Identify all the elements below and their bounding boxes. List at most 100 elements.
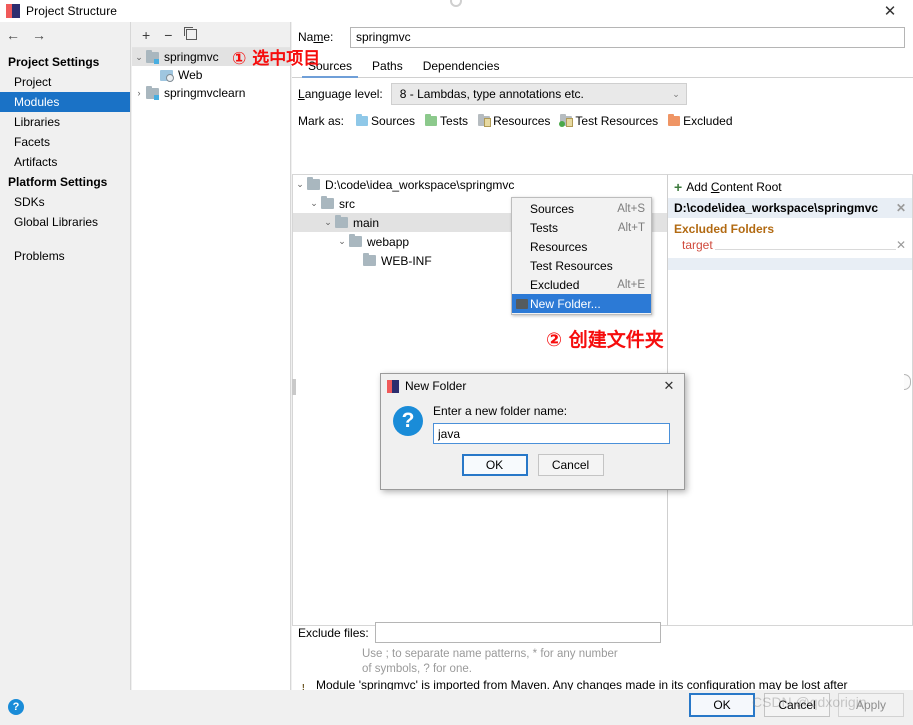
context-menu-item-tests[interactable]: Tests Alt+T — [512, 218, 651, 237]
sidebar-item-modules[interactable]: Modules — [0, 92, 130, 112]
folder-icon — [349, 234, 362, 247]
module-folder-icon — [146, 85, 159, 100]
new-folder-name-input[interactable] — [433, 423, 670, 444]
remove-excluded-folder-icon[interactable]: ✕ — [896, 238, 906, 252]
add-module-button[interactable]: + — [142, 28, 150, 42]
add-content-root-label: Add Content Root — [686, 180, 782, 194]
plus-icon: + — [674, 179, 683, 195]
language-level-label: Language level: — [298, 87, 383, 101]
sidebar-item-sdks[interactable]: SDKs — [0, 192, 130, 212]
tab-paths[interactable]: Paths — [362, 59, 413, 77]
context-menu-label: Excluded — [530, 277, 580, 292]
cancel-button[interactable]: Cancel — [764, 693, 830, 717]
back-arrow-icon[interactable]: ← — [6, 28, 20, 42]
modules-list-panel: + − ⌄ springmvc Web › springmvclearn — [132, 22, 291, 690]
exclude-files-input[interactable] — [374, 622, 661, 643]
file-tree-label: WEB-INF — [381, 253, 432, 268]
sidebar-item-libraries[interactable]: Libraries — [0, 112, 130, 132]
chevron-down-icon[interactable]: ⌄ — [335, 236, 349, 247]
question-mark-icon: ? — [393, 406, 423, 436]
remove-module-button[interactable]: − — [164, 28, 172, 42]
file-tree-label: src — [339, 196, 355, 211]
context-menu-item-new-folder[interactable]: New Folder... — [512, 294, 651, 313]
tests-folder-icon — [425, 114, 438, 126]
project-structure-window: Project Structure ✕ ← → Project Settings… — [0, 0, 913, 725]
context-menu-shortcut: Alt+T — [617, 221, 645, 234]
new-folder-dialog-buttons: OK Cancel — [381, 454, 684, 476]
mark-as-test-resources-label: Test Resources — [575, 114, 659, 128]
intellij-idea-icon — [6, 4, 20, 18]
sidebar-group-platform-settings: Platform Settings — [8, 175, 108, 189]
module-name-row: Name: — [292, 22, 913, 52]
split-handle-left[interactable] — [292, 379, 296, 395]
close-window-button[interactable]: ✕ — [867, 0, 913, 22]
module-name-input[interactable] — [350, 26, 905, 48]
sidebar-group-project-settings: Project Settings — [8, 55, 100, 69]
chevron-down-icon[interactable]: ⌄ — [321, 217, 335, 228]
context-menu-item-excluded[interactable]: Excluded Alt+E — [512, 275, 651, 294]
module-tabs: Sources Paths Dependencies — [292, 54, 913, 78]
mark-as-resources-button[interactable]: Resources — [478, 114, 550, 128]
new-folder-dialog: New Folder ✕ ? Enter a new folder name: … — [380, 373, 685, 490]
language-level-select[interactable]: 8 - Lambdas, type annotations etc. ⌄ — [390, 83, 687, 105]
copy-module-icon[interactable] — [184, 27, 198, 40]
new-folder-dialog-title: New Folder — [405, 379, 467, 393]
mark-as-excluded-button[interactable]: Excluded — [668, 114, 733, 128]
chevron-down-icon[interactable]: ⌄ — [307, 198, 321, 209]
apply-button[interactable]: Apply — [838, 693, 904, 717]
source-folder-context-menu: Sources Alt+S Tests Alt+T Resources Test… — [511, 197, 652, 315]
remove-content-root-icon[interactable]: ✕ — [896, 201, 906, 215]
close-dialog-button[interactable]: ✕ — [658, 376, 680, 396]
new-folder-fields: Enter a new folder name: — [433, 404, 670, 444]
forward-arrow-icon[interactable]: → — [32, 28, 46, 42]
context-menu-label: Resources — [530, 239, 588, 254]
context-menu-label: Sources — [530, 201, 575, 216]
mark-as-sources-button[interactable]: Sources — [356, 114, 415, 128]
mark-as-test-resources-button[interactable]: Test Resources — [559, 114, 659, 128]
mark-as-tests-label: Tests — [440, 114, 469, 128]
chevron-down-icon[interactable]: ⌄ — [132, 52, 146, 63]
annotation-create-folder: ② 创建文件夹 — [546, 329, 664, 351]
settings-sidebar: ← → Project Settings Project Modules Lib… — [0, 22, 131, 690]
content-root-item[interactable]: D:\code\idea_workspace\springmvc ✕ — [668, 198, 912, 218]
context-menu-item-sources[interactable]: Sources Alt+S — [512, 199, 651, 218]
exclude-files-label: Exclude files: — [298, 625, 369, 640]
sidebar-item-problems[interactable]: Problems — [0, 246, 130, 266]
add-content-root-button[interactable]: + Add Content Root — [668, 175, 912, 198]
mark-as-row: Mark as: Sources Tests Resources Test Re… — [292, 110, 913, 132]
exclude-files-block: Exclude files: Use ; to separate name pa… — [292, 618, 667, 677]
context-menu-label: Test Resources — [530, 258, 613, 273]
tab-dependencies[interactable]: Dependencies — [413, 59, 510, 77]
excluded-folder-rule — [714, 240, 896, 250]
chevron-down-icon: ⌄ — [672, 88, 680, 99]
chevron-right-icon[interactable]: › — [132, 88, 146, 98]
ok-button[interactable]: OK — [689, 693, 755, 717]
content-roots-strip — [668, 258, 912, 270]
sidebar-item-global-libraries[interactable]: Global Libraries — [0, 212, 130, 232]
test-resources-folder-icon — [559, 114, 574, 127]
context-menu-item-test-resources[interactable]: Test Resources — [512, 256, 651, 275]
chevron-down-icon[interactable]: ⌄ — [293, 179, 307, 190]
sidebar-item-project[interactable]: Project — [0, 72, 130, 92]
mark-as-excluded-label: Excluded — [683, 114, 733, 128]
module-folder-icon — [146, 49, 159, 64]
sidebar-item-facets[interactable]: Facets — [0, 132, 130, 152]
sidebar-item-artifacts[interactable]: Artifacts — [0, 152, 130, 172]
new-folder-cancel-button[interactable]: Cancel — [537, 454, 604, 476]
module-tree-row-springmvclearn[interactable]: › springmvclearn — [132, 84, 290, 102]
new-folder-ok-button[interactable]: OK — [461, 454, 528, 476]
module-label: springmvc — [164, 50, 219, 64]
help-icon[interactable]: ? — [8, 699, 24, 715]
exclude-files-hint: Use ; to separate name patterns, * for a… — [362, 648, 618, 675]
context-menu-item-resources[interactable]: Resources — [512, 237, 651, 256]
dialog-footer: ? OK Cancel Apply — [0, 690, 913, 725]
excluded-folder-item[interactable]: target ✕ — [668, 237, 912, 254]
mark-as-sources-label: Sources — [371, 114, 416, 128]
window-titlebar: Project Structure ✕ — [0, 0, 913, 22]
file-tree-label: webapp — [367, 234, 410, 249]
file-tree-label: D:\code\idea_workspace\springmvc — [325, 177, 515, 192]
mark-as-tests-button[interactable]: Tests — [425, 114, 468, 128]
folder-icon — [363, 253, 376, 266]
file-tree-row-root[interactable]: ⌄ D:\code\idea_workspace\springmvc — [293, 175, 667, 194]
